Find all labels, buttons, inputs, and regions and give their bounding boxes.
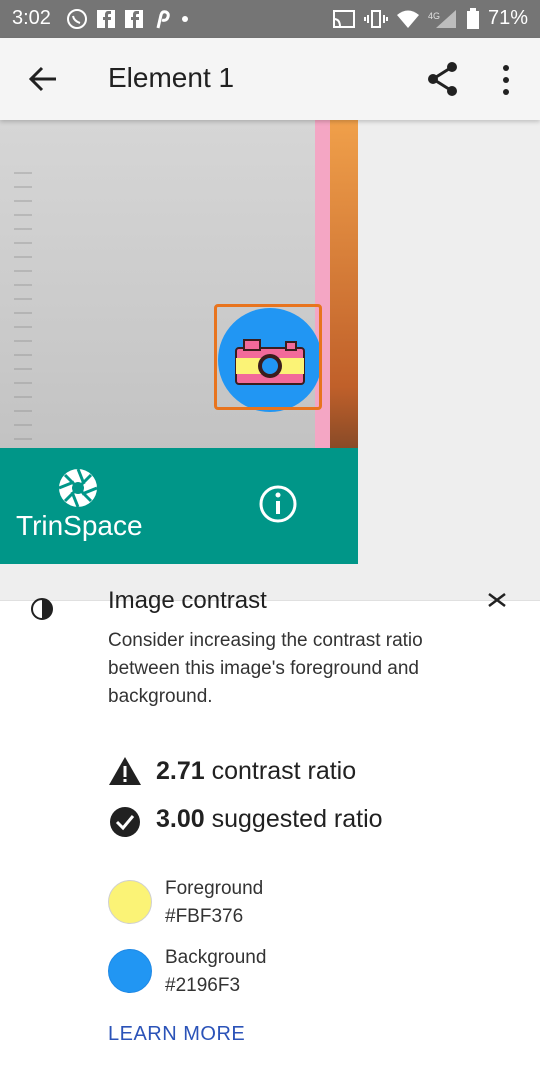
page-title: Element 1 bbox=[108, 62, 235, 93]
learn-more-link[interactable]: LEARN MORE bbox=[108, 1023, 245, 1046]
warning-icon bbox=[109, 757, 141, 785]
wifi-icon bbox=[396, 10, 419, 28]
contrast-ratio-value: 2.71 bbox=[156, 757, 205, 785]
suggested-ratio-label: suggested ratio bbox=[204, 805, 383, 833]
background-info: Background #2196F3 bbox=[165, 944, 266, 1000]
contrast-ratio-text: 2.71 contrast ratio bbox=[156, 757, 356, 786]
issue-heading: Image contrast bbox=[108, 587, 267, 614]
foreground-swatch bbox=[108, 880, 152, 924]
close-icon[interactable] bbox=[486, 593, 508, 607]
background-swatch bbox=[108, 949, 152, 993]
signal-icon: 4G bbox=[428, 9, 456, 28]
pinterest-icon bbox=[156, 10, 170, 29]
issue-description: Consider increasing the contrast ratio b… bbox=[108, 630, 423, 707]
preview-teal-bar: TrinSpace bbox=[0, 448, 358, 564]
suggested-ratio-text: 3.00 suggested ratio bbox=[156, 805, 383, 834]
aperture-logo-icon bbox=[58, 468, 98, 508]
captured-screenshot: TrinSpace bbox=[0, 120, 358, 564]
brand-name: TrinSpace bbox=[16, 510, 143, 541]
vibrate-icon bbox=[363, 9, 388, 28]
background-label: Background bbox=[165, 947, 267, 968]
app-bar: Element 1 bbox=[0, 38, 540, 120]
foreground-info: Foreground #FBF376 bbox=[165, 875, 263, 931]
screenshot-preview: TrinSpace bbox=[0, 120, 540, 600]
dot-icon bbox=[182, 16, 188, 22]
facebook-icon-2 bbox=[125, 10, 143, 28]
background-hex: #2196F3 bbox=[165, 975, 241, 996]
foreground-hex: #FBF376 bbox=[165, 906, 244, 927]
foreground-label: Foreground bbox=[165, 878, 264, 899]
cast-icon bbox=[332, 9, 355, 28]
facebook-icon bbox=[97, 10, 115, 28]
contrast-ratio-label: contrast ratio bbox=[204, 757, 357, 785]
battery-percent: 71% bbox=[487, 7, 528, 29]
svg-text:4G: 4G bbox=[428, 11, 440, 21]
share-icon[interactable] bbox=[426, 60, 460, 98]
contrast-icon bbox=[31, 598, 53, 620]
info-icon bbox=[259, 485, 297, 523]
check-circle-icon bbox=[110, 807, 140, 837]
status-time: 3:02 bbox=[12, 7, 51, 29]
more-options-icon[interactable] bbox=[496, 62, 516, 98]
whatsapp-icon bbox=[67, 9, 87, 29]
element-highlight-box bbox=[214, 304, 322, 410]
contrast-details-sheet: Image contrast Consider increasing the c… bbox=[0, 587, 540, 1081]
back-arrow-icon[interactable] bbox=[26, 62, 60, 96]
suggested-ratio-value: 3.00 bbox=[156, 805, 205, 833]
battery-icon bbox=[466, 7, 479, 29]
status-bar: 3:02 4G 71% bbox=[0, 0, 540, 38]
